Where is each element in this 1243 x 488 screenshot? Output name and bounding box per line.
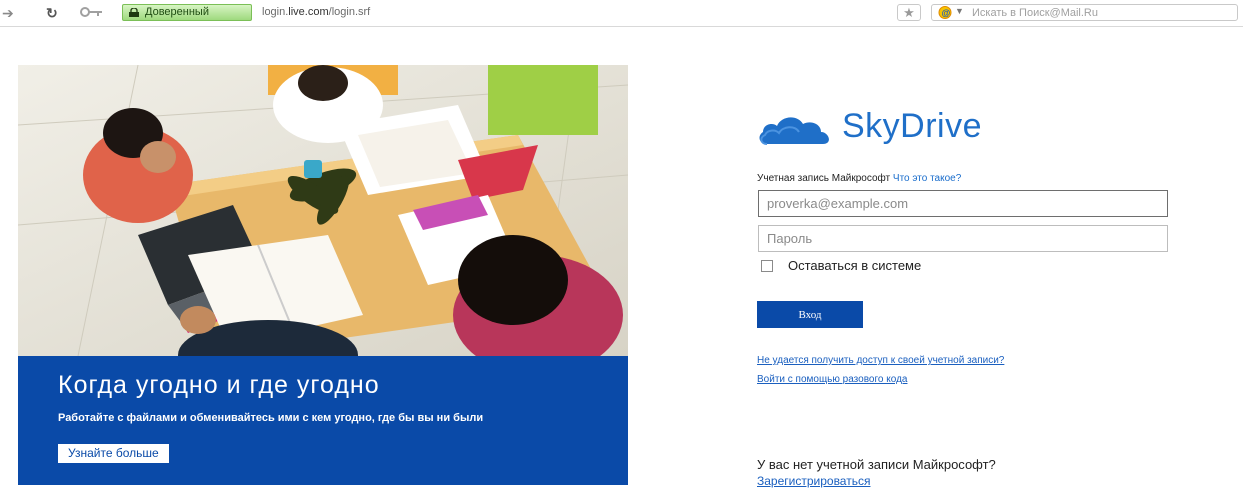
hero-title: Когда угодно и где угодно	[58, 371, 380, 399]
chevron-down-icon[interactable]: ▼	[955, 6, 964, 16]
url-domain: live.com	[288, 6, 329, 18]
trusted-site-badge[interactable]: Доверенный	[122, 4, 252, 21]
svg-text:@: @	[942, 8, 951, 18]
one-time-code-link[interactable]: Войти с помощью разового кода	[757, 374, 907, 385]
what-is-this-link[interactable]: Что это такое?	[893, 173, 961, 184]
mail-ru-search-icon: @	[938, 6, 952, 19]
reload-icon[interactable]: ↻	[46, 5, 58, 21]
no-account-text: У вас нет учетной записи Майкрософт?	[757, 457, 996, 472]
hero-subtitle: Работайте с файлами и обменивайтесь ими …	[58, 412, 484, 424]
lock-icon	[129, 8, 139, 17]
url-path: /login.srf	[328, 6, 371, 18]
trusted-site-label: Доверенный	[145, 6, 209, 18]
search-placeholder: Искать в Поиск@Mail.Ru	[972, 7, 1098, 19]
brand-name: SkyDrive	[842, 107, 983, 145]
cant-access-account-link[interactable]: Не удается получить доступ к своей учетн…	[757, 355, 1004, 366]
sign-in-button[interactable]: Вход	[757, 301, 863, 328]
browser-toolbar: ➔ ↻ Доверенный login.live.com/login.srf …	[0, 0, 1243, 27]
hero-banner: Когда угодно и где угодно Работайте с фа…	[18, 356, 628, 485]
account-label-text: Учетная запись Майкрософт	[757, 173, 891, 184]
learn-more-button[interactable]: Узнайте больше	[58, 444, 169, 463]
key-icon[interactable]	[80, 5, 106, 21]
address-bar-url[interactable]: login.live.com/login.srf	[262, 6, 370, 18]
hero-panel: Когда угодно и где угодно Работайте с фа…	[18, 65, 628, 485]
bookmark-star-icon[interactable]: ★	[897, 4, 921, 21]
hero-photo	[18, 65, 628, 356]
stay-signed-in-checkbox[interactable]	[761, 260, 773, 272]
cloud-icon	[759, 117, 829, 145]
stay-signed-in-label[interactable]: Оставаться в системе	[788, 258, 921, 273]
forward-arrow-icon[interactable]: ➔	[2, 5, 14, 21]
register-link[interactable]: Зарегистрироваться	[757, 474, 870, 488]
browser-search-box[interactable]: @ ▼ Искать в Поиск@Mail.Ru	[931, 4, 1238, 21]
account-label: Учетная запись Майкрософт Что это такое?	[757, 173, 961, 184]
url-prefix: login.	[262, 6, 289, 18]
password-input[interactable]	[758, 225, 1168, 252]
email-input[interactable]	[758, 190, 1168, 217]
